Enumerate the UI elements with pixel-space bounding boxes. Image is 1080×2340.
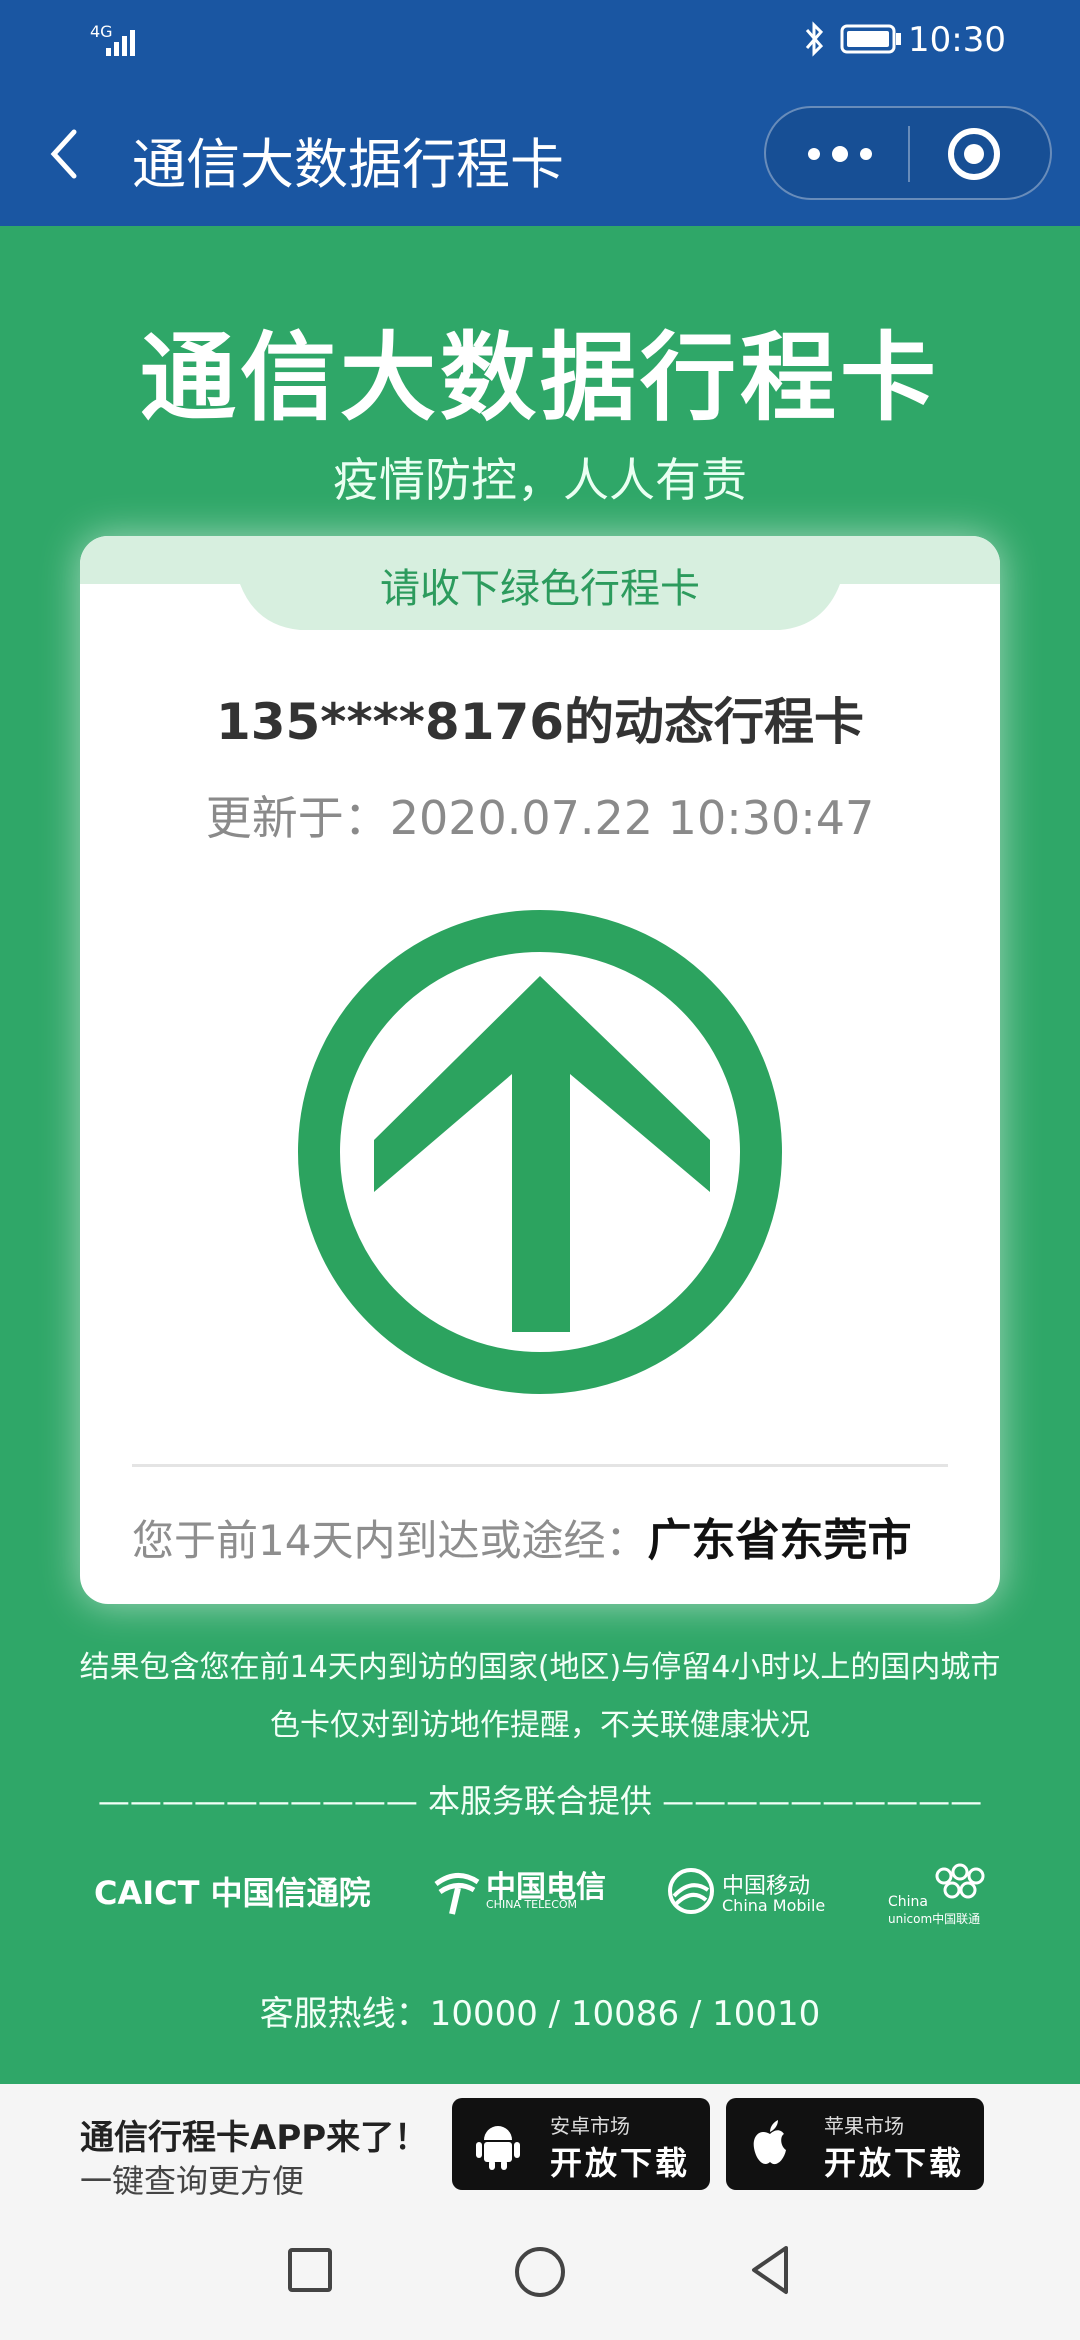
mobile-name-en: China Mobile — [722, 1896, 826, 1915]
hotline: 客服热线：10000 / 10086 / 10010 — [259, 1994, 821, 2034]
hero-subtitle: 疫情防控，人人有责 — [333, 453, 747, 507]
battery-icon — [840, 24, 901, 54]
close-target-icon[interactable] — [942, 122, 1006, 186]
phone-line: 135****8176的动态行程卡 — [215, 693, 865, 751]
recent-apps-icon[interactable] — [280, 2240, 340, 2300]
ios-download-label: 开放下载 — [824, 2144, 965, 2182]
telecom-name-en: CHINA TELECOM — [486, 1898, 578, 1911]
unicom-name-en-2: unicom中国联通 — [888, 1912, 981, 1926]
bluetooth-icon — [805, 21, 824, 57]
card-divider — [132, 1464, 948, 1467]
capsule-divider — [908, 126, 910, 182]
updated-time: 更新于：2020.07.22 10:30:47 — [205, 791, 875, 845]
route-info: 您于前14天内到达或途经：广东省东莞市 — [132, 1504, 982, 1568]
apple-icon — [753, 2120, 786, 2165]
hero-title: 通信大数据行程卡 — [140, 322, 940, 434]
system-nav-bar — [0, 2204, 1080, 2340]
promo-subtitle: 一键查询更方便 — [80, 2162, 305, 2200]
nav-title: 通信大数据行程卡 — [132, 133, 564, 196]
app-promo-bar: 通信行程卡APP来了！ 一键查询更方便 安卓市场 开放下载 苹果市场 开放下载 — [0, 2084, 1080, 2204]
android-download-button[interactable]: 安卓市场 开放下载 — [452, 2098, 710, 2190]
china-mobile-icon — [668, 1868, 714, 1914]
signal-icon — [106, 30, 135, 56]
card-tab-label: 请收下绿色行程卡 — [380, 566, 700, 612]
mini-program-capsule — [764, 106, 1052, 200]
clock: 10:30 — [908, 20, 1006, 60]
note-line-2: 色卡仅对到访地作提醒，不关联健康状况 — [270, 1708, 810, 1743]
china-unicom-knot-icon — [935, 1863, 985, 1899]
itinerary-card: 请收下绿色行程卡 135****8176的动态行程卡 更新于：2020.07.2… — [80, 536, 1000, 1604]
telecom-icon — [434, 1873, 480, 1915]
green-arrow-icon — [298, 910, 782, 1394]
ios-download-button[interactable]: 苹果市场 开放下载 — [726, 2098, 984, 2190]
route-label: 您于前14天内到达或途经： — [132, 1516, 648, 1565]
android-store-label: 安卓市场 — [550, 2114, 630, 2138]
home-icon[interactable] — [508, 2240, 572, 2304]
back-icon[interactable] — [740, 2238, 800, 2302]
route-value: 广东省东莞市 — [647, 1515, 912, 1566]
provided-by: —————————— 本服务联合提供 —————————— — [97, 1782, 983, 1820]
more-icon[interactable] — [800, 134, 880, 174]
promo-title: 通信行程卡APP来了！ — [80, 2118, 429, 2158]
top-bar: 4G 10:30 通信大数据行程卡 — [0, 0, 1080, 226]
unicom-name-en-1: China — [888, 1894, 928, 1910]
back-arrow-icon[interactable] — [44, 126, 84, 182]
caict-logo: CAICT 中国信通院 — [94, 1874, 371, 1912]
note-line-1: 结果包含您在前14天内到访的国家(地区)与停留4小时以上的国内城市 — [79, 1650, 1001, 1685]
android-download-label: 开放下载 — [550, 2144, 691, 2182]
android-icon — [476, 2126, 520, 2170]
ios-store-label: 苹果市场 — [824, 2114, 904, 2138]
